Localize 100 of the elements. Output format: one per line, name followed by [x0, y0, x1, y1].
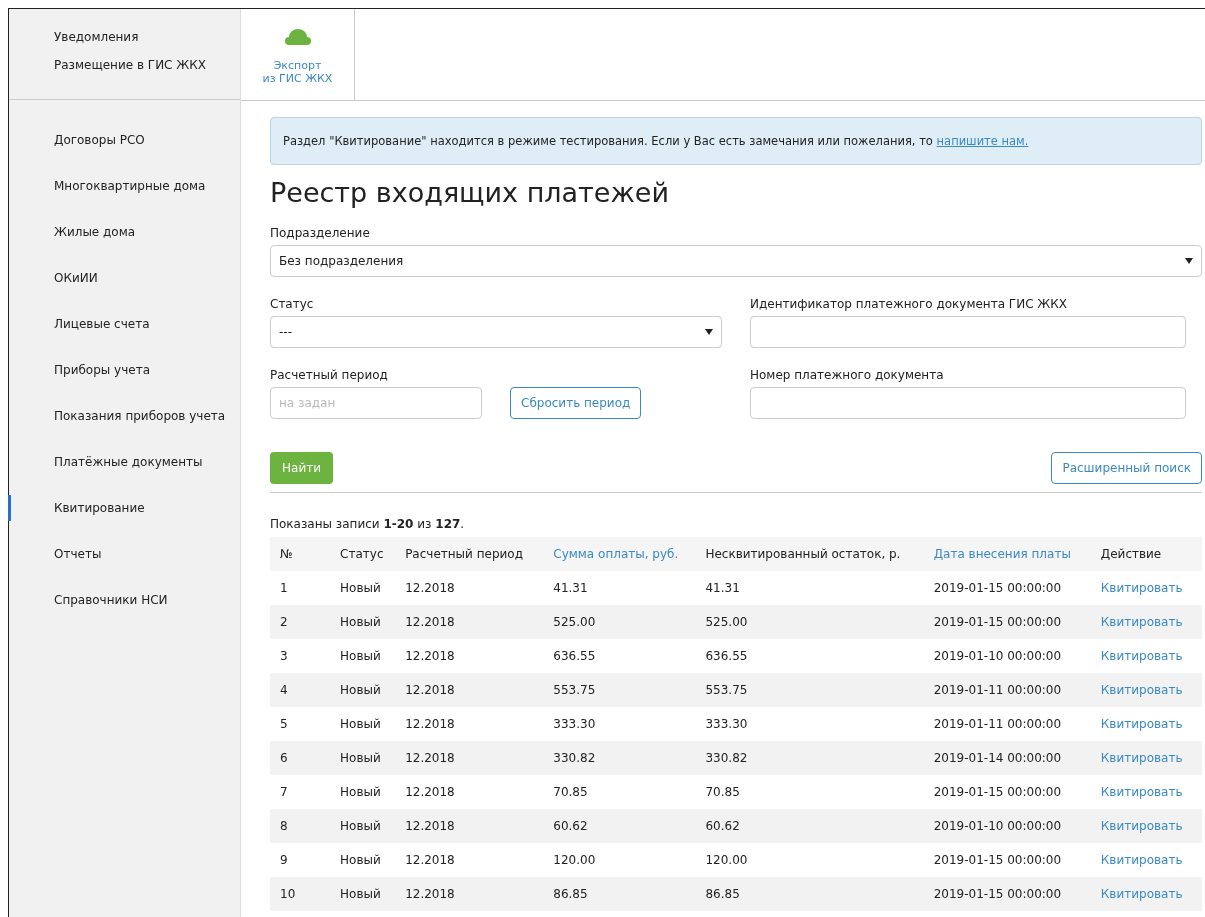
- reconcile-link[interactable]: Квитировать: [1100, 649, 1183, 663]
- table-cell: 120.00: [543, 843, 696, 877]
- table-cell: 7: [270, 775, 331, 809]
- field-label: Расчетный период: [270, 368, 389, 382]
- sidebar-item[interactable]: Показания приборов учета: [9, 399, 240, 445]
- table-cell: 636.55: [543, 639, 696, 673]
- table-cell: 12.2018: [395, 707, 544, 741]
- reconcile-link[interactable]: Квитировать: [1100, 581, 1183, 595]
- field-label: Статус: [270, 297, 315, 311]
- records-summary: Показаны записи 1-20 из 127.: [270, 517, 466, 531]
- table-cell: 2019-01-15 00:00:00: [923, 843, 1091, 877]
- column-header: Несквитированный остаток, р.: [695, 537, 924, 571]
- column-header: Действие: [1090, 537, 1202, 571]
- table-cell: 12.2018: [395, 673, 544, 707]
- reconcile-link[interactable]: Квитировать: [1100, 853, 1183, 867]
- table-cell: 12.2018: [395, 843, 544, 877]
- reconcile-link[interactable]: Квитировать: [1100, 785, 1183, 799]
- caret-icon: [1185, 258, 1193, 264]
- table-cell: 12.2018: [395, 877, 544, 911]
- table-cell: 553.75: [695, 673, 924, 707]
- table-cell: 86.85: [543, 877, 696, 911]
- input-field[interactable]: [750, 316, 1186, 348]
- table-cell: 2019-01-11 00:00:00: [923, 707, 1091, 741]
- status-dropdown[interactable]: ---: [270, 316, 722, 348]
- field-label: Подразделение: [270, 226, 371, 240]
- table-cell: 10: [270, 877, 331, 911]
- table-cell: 2019-01-15 00:00:00: [923, 775, 1091, 809]
- alert-text: Раздел "Квитирование" находится в режиме тестирования. Если у Вас есть замечания или пожелания, то напишите нам.: [283, 134, 1029, 148]
- sidebar-link[interactable]: Уведомления: [9, 23, 240, 51]
- table-cell: Новый: [330, 639, 396, 673]
- table-cell: 2019-01-10 00:00:00: [923, 809, 1091, 843]
- table-cell: 8: [270, 809, 331, 843]
- table-cell: 6: [270, 741, 331, 775]
- page-title: Реестр входящих платежей: [270, 177, 670, 208]
- table-cell: 60.62: [695, 809, 924, 843]
- table-cell: Новый: [330, 809, 396, 843]
- table-cell: 2019-01-15 00:00:00: [923, 571, 1091, 605]
- sidebar-item[interactable]: Платёжные документы: [9, 445, 240, 491]
- cloud-icon: [284, 29, 311, 45]
- table-cell: 525.00: [543, 605, 696, 639]
- table-cell: Новый: [330, 605, 396, 639]
- table-cell: 330.82: [695, 741, 924, 775]
- sidebar-item[interactable]: Квитирование: [9, 491, 240, 537]
- table-cell: 2019-01-14 00:00:00: [923, 741, 1091, 775]
- sort-header[interactable]: Дата внесения платы: [923, 537, 1091, 571]
- table-cell: Новый: [330, 673, 396, 707]
- subdivision-dropdown[interactable]: Без подразделения: [270, 245, 1202, 277]
- sidebar-item[interactable]: Лицевые счета: [9, 307, 240, 353]
- table-cell: 12.2018: [395, 809, 544, 843]
- sidebar-item[interactable]: Договоры РСО: [9, 123, 240, 169]
- table-cell: 525.00: [695, 605, 924, 639]
- table-cell: 636.55: [695, 639, 924, 673]
- field-label: Идентификатор платежного документа ГИС ЖКХ: [750, 297, 1068, 311]
- sort-header[interactable]: Сумма оплаты, руб.: [543, 537, 696, 571]
- table-cell: 553.75: [543, 673, 696, 707]
- table-cell: 70.85: [543, 775, 696, 809]
- table-cell: Новый: [330, 707, 396, 741]
- table-cell: 2019-01-15 00:00:00: [923, 877, 1091, 911]
- reconcile-link[interactable]: Квитировать: [1100, 717, 1183, 731]
- column-header: Расчетный период: [395, 537, 544, 571]
- period-field[interactable]: на задан: [270, 387, 482, 419]
- table-cell: Новый: [330, 741, 396, 775]
- table-cell: 41.31: [695, 571, 924, 605]
- table-cell: 5: [270, 707, 331, 741]
- table-cell: 60.62: [543, 809, 696, 843]
- sidebar-item[interactable]: Справочники НСИ: [9, 583, 240, 629]
- table-cell: 1: [270, 571, 331, 605]
- table-cell: 2019-01-10 00:00:00: [923, 639, 1091, 673]
- export-tile[interactable]: Экспорт из ГИС ЖКХ: [241, 9, 355, 100]
- table-cell: Новый: [330, 843, 396, 877]
- sidebar-item[interactable]: Приборы учета: [9, 353, 240, 399]
- caret-icon: [705, 329, 713, 335]
- table-cell: 12.2018: [395, 741, 544, 775]
- table-cell: 12.2018: [395, 605, 544, 639]
- table-cell: 86.85: [695, 877, 924, 911]
- table-cell: Новый: [330, 571, 396, 605]
- table-cell: 333.30: [695, 707, 924, 741]
- table-cell: 333.30: [543, 707, 696, 741]
- table-cell: 9: [270, 843, 331, 877]
- table-cell: 12.2018: [395, 639, 544, 673]
- sidebar-item[interactable]: ОКиИИ: [9, 261, 240, 307]
- advanced-search-button[interactable]: Расширенный поиск: [1051, 452, 1202, 484]
- sidebar-link[interactable]: Размещение в ГИС ЖКХ: [9, 51, 240, 79]
- input-field[interactable]: [750, 387, 1186, 419]
- table-cell: 41.31: [543, 571, 696, 605]
- table-cell: 70.85: [695, 775, 924, 809]
- table-cell: 2019-01-15 00:00:00: [923, 605, 1091, 639]
- find-button[interactable]: Найти: [270, 452, 333, 484]
- table-cell: 4: [270, 673, 331, 707]
- table-cell: 120.00: [695, 843, 924, 877]
- table-cell: Новый: [330, 877, 396, 911]
- field-label: Номер платежного документа: [750, 368, 945, 382]
- contact-link[interactable]: напишите нам.: [936, 134, 1029, 148]
- column-header: Статус: [330, 537, 396, 571]
- table-cell: 2019-01-11 00:00:00: [923, 673, 1091, 707]
- sidebar-item[interactable]: Отчеты: [9, 537, 240, 583]
- column-header: №: [270, 537, 331, 571]
- sidebar-item[interactable]: Многоквартирные дома: [9, 169, 240, 215]
- reset-period-button[interactable]: Сбросить период: [510, 387, 642, 419]
- sidebar-item[interactable]: Жилые дома: [9, 215, 240, 261]
